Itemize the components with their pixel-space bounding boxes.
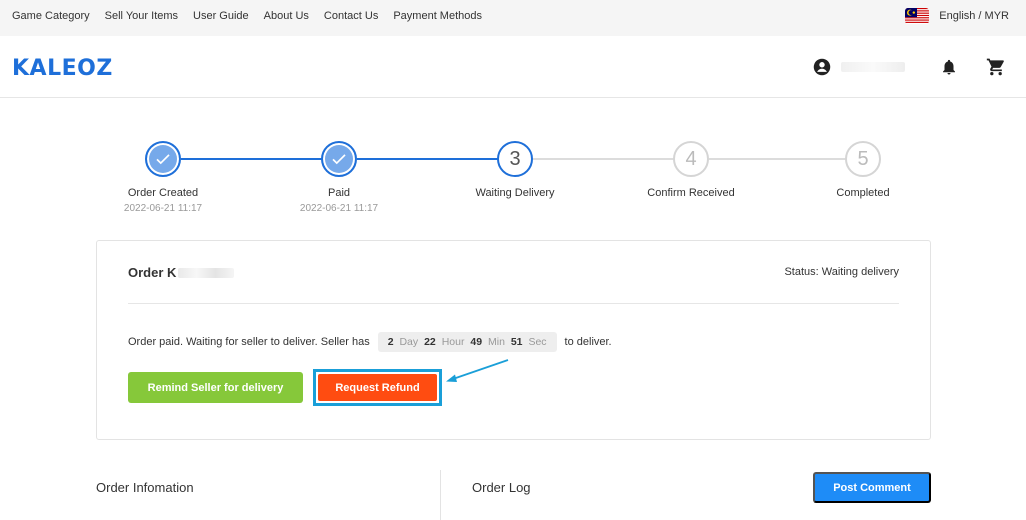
site-logo[interactable]: KALEOZ bbox=[12, 56, 113, 81]
step-5-number: 5 bbox=[845, 141, 881, 177]
nav-sell-your-items[interactable]: Sell Your Items bbox=[105, 10, 178, 22]
progress-track-4 bbox=[709, 158, 867, 160]
nav-user-guide[interactable]: User Guide bbox=[193, 10, 249, 22]
shopping-cart-icon[interactable] bbox=[986, 57, 1006, 77]
user-name-redacted[interactable] bbox=[841, 62, 905, 72]
order-title: Order K bbox=[128, 265, 235, 280]
step-3-number: 3 bbox=[497, 141, 533, 177]
countdown-days: 2 bbox=[387, 336, 394, 348]
order-progress-steps: Order Created 2022-06-21 11:17 Paid 2022… bbox=[75, 141, 951, 221]
card-divider bbox=[128, 303, 899, 304]
countdown-days-unit: Day bbox=[399, 336, 419, 348]
notification-bell-icon[interactable] bbox=[940, 58, 958, 76]
top-nav: Game Category Sell Your Items User Guide… bbox=[12, 10, 497, 22]
bottom-divider bbox=[440, 470, 441, 520]
order-card: Order K Status: Waiting delivery Order p… bbox=[96, 240, 931, 440]
order-id-redacted bbox=[178, 267, 235, 278]
step-2-label: Paid bbox=[327, 187, 351, 199]
step-4-label: Confirm Received bbox=[647, 187, 735, 199]
malaysia-flag-icon bbox=[905, 8, 930, 24]
countdown-minutes-unit: Min bbox=[487, 336, 505, 348]
remind-seller-button[interactable]: Remind Seller for delivery bbox=[128, 372, 303, 403]
step-2-time: 2022-06-21 11:17 bbox=[299, 203, 379, 214]
delivery-message-after: to deliver. bbox=[564, 336, 612, 348]
order-status: Status: Waiting delivery bbox=[784, 266, 899, 278]
nav-payment-methods[interactable]: Payment Methods bbox=[393, 10, 482, 22]
step-1-label: Order Created bbox=[127, 187, 199, 199]
header-actions bbox=[813, 57, 1006, 77]
countdown-hours: 22 bbox=[424, 336, 436, 348]
user-account-icon[interactable] bbox=[813, 58, 831, 76]
step-3-label: Waiting Delivery bbox=[475, 187, 555, 199]
site-header: KALEOZ bbox=[0, 36, 1026, 98]
countdown-hours-unit: Hour bbox=[441, 336, 465, 348]
top-utility-bar: Game Category Sell Your Items User Guide… bbox=[0, 0, 1026, 36]
refund-highlight-frame: Request Refund bbox=[313, 369, 442, 406]
step-confirm-received: 4 Confirm Received bbox=[603, 141, 779, 199]
nav-game-category[interactable]: Game Category bbox=[12, 10, 90, 22]
step-completed: 5 Completed bbox=[775, 141, 951, 199]
delivery-countdown: 2 Day 22 Hour 49 Min 51 Sec bbox=[377, 332, 557, 352]
step-1-check-icon bbox=[145, 141, 181, 177]
nav-contact-us[interactable]: Contact Us bbox=[324, 10, 378, 22]
order-title-prefix: Order K bbox=[128, 265, 177, 280]
request-refund-button[interactable]: Request Refund bbox=[318, 374, 437, 401]
step-5-label: Completed bbox=[836, 187, 890, 199]
progress-track-1 bbox=[181, 158, 339, 160]
delivery-message: Order paid. Waiting for seller to delive… bbox=[128, 332, 612, 352]
countdown-seconds: 51 bbox=[510, 336, 523, 348]
delivery-message-before: Order paid. Waiting for seller to delive… bbox=[128, 336, 370, 348]
step-order-created: Order Created 2022-06-21 11:17 bbox=[75, 141, 251, 214]
step-waiting-delivery: 3 Waiting Delivery bbox=[427, 141, 603, 199]
post-comment-button[interactable]: Post Comment bbox=[813, 472, 931, 503]
countdown-minutes: 49 bbox=[470, 336, 483, 348]
progress-track-2 bbox=[357, 158, 515, 160]
order-log-heading: Order Log bbox=[472, 480, 531, 495]
step-4-number: 4 bbox=[673, 141, 709, 177]
language-label: English / MYR bbox=[939, 10, 1009, 22]
order-information-heading: Order Infomation bbox=[96, 480, 194, 495]
step-2-check-icon bbox=[321, 141, 357, 177]
language-selector[interactable]: English / MYR bbox=[905, 8, 1009, 24]
annotation-arrow-icon bbox=[446, 359, 509, 382]
nav-about-us[interactable]: About Us bbox=[264, 10, 309, 22]
countdown-seconds-unit: Sec bbox=[528, 336, 547, 348]
step-paid: Paid 2022-06-21 11:17 bbox=[251, 141, 427, 214]
progress-track-3 bbox=[533, 158, 691, 160]
step-1-time: 2022-06-21 11:17 bbox=[123, 203, 203, 214]
